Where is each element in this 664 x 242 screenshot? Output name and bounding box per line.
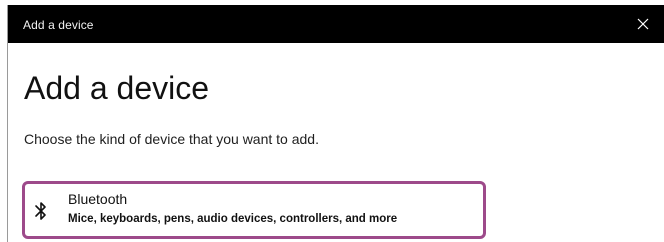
title-bar[interactable]: Add a device: [8, 5, 664, 43]
close-icon: [637, 18, 649, 30]
add-device-dialog: Add a device Add a device Choose the kin…: [7, 5, 664, 242]
screenshot-frame: Add a device Add a device Choose the kin…: [0, 0, 664, 242]
bluetooth-icon: [35, 202, 46, 220]
bluetooth-option-button[interactable]: Bluetooth Mice, keyboards, pens, audio d…: [22, 181, 486, 239]
option-description: Mice, keyboards, pens, audio devices, co…: [68, 213, 398, 225]
close-button[interactable]: [628, 9, 658, 39]
page-subtitle: Choose the kind of device that you want …: [24, 131, 319, 147]
option-title: Bluetooth: [68, 191, 128, 207]
window-title: Add a device: [23, 18, 94, 32]
page-title: Add a device: [24, 70, 210, 106]
background-edge: [0, 0, 7, 242]
